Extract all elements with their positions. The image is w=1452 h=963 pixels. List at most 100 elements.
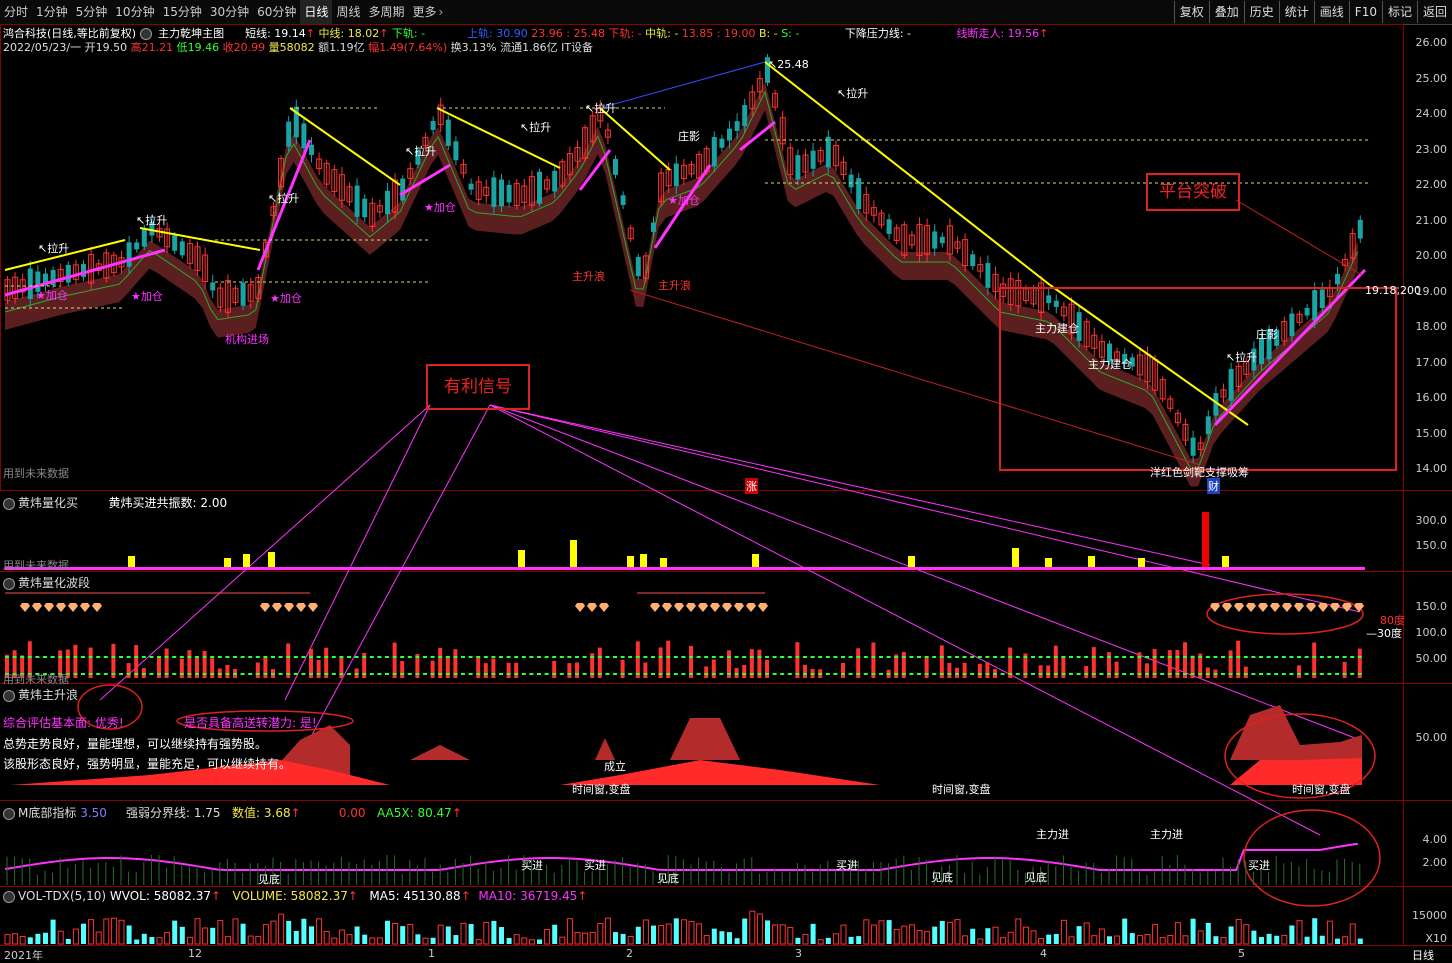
volume-bar [1000,937,1007,945]
price-axis-label: 15.00 [1415,426,1448,440]
wave-dot [1046,656,1051,658]
wave-dot [848,656,853,658]
wave-dot [582,656,587,658]
wave-dot [1213,656,1218,658]
volume-bar [354,926,360,944]
wave-dot [597,656,602,658]
wave-dot [1274,673,1279,675]
wave-dot [575,656,579,658]
wave-bar [620,659,625,678]
wave-dot [673,673,678,675]
volume-bar [1190,918,1196,944]
wave-dot [217,656,222,658]
wave-dot [1274,656,1279,658]
wave-bar [742,664,747,678]
wave-dot [445,656,450,658]
candle-down [430,121,436,130]
candle-down [970,254,976,267]
wave-dot [1137,656,1142,658]
wave-dot [286,656,291,658]
wave-dot [841,656,845,658]
wave-dot [506,673,511,675]
panel-main-rise-gear-icon[interactable] [3,689,15,702]
quant-buy-bar [570,540,577,568]
wave-diamond [710,603,720,612]
price-axis-label: 22.00 [1415,178,1448,191]
volume-bar [1046,934,1052,944]
wave-dot [537,656,541,658]
wave-dot [605,673,610,675]
candle-down [537,171,542,204]
panel2-80deg: 80度 [1380,614,1405,627]
panel5-unit: X10 [1425,932,1447,945]
volume-bar [932,926,938,944]
wave-dot [955,673,959,675]
wave-dot [879,656,883,658]
wave-dot [681,673,686,675]
wave-dot [233,673,237,675]
wave-dot [1228,673,1233,675]
seebottom-label-1: 见底 [258,873,280,886]
panel-wave-gear-icon[interactable] [3,577,15,590]
volume-bar [217,920,224,945]
wave-dot [438,673,443,675]
wave-dot [803,656,807,658]
wave-dot [1084,656,1089,658]
wave-dot [293,673,298,675]
volume-bar [210,927,216,944]
panel-m-bottom-v2: 0.00 [338,806,366,820]
wave-dot [711,656,716,658]
wave-dot [385,673,389,675]
volume-bar [255,935,262,945]
wave-dot [795,656,800,658]
wave-dot [392,656,397,658]
main-rise-area [670,718,740,760]
volume-bar [673,918,679,944]
volume-bar [88,919,95,945]
volume-bar [642,919,649,945]
wave-dot [529,656,534,658]
wave-bar [985,662,990,678]
candle-down [620,195,626,206]
pullup-label-3-text: 拉升 [277,192,300,205]
volume-bar [35,933,41,944]
seebottom-label-3: 见底 [931,871,953,884]
volume-bar [460,922,467,945]
candle-down [1357,219,1363,239]
volume-bar [749,910,756,945]
wave-diamond [1258,603,1268,612]
wave-dot [1084,673,1089,675]
wave-dot [103,673,108,675]
wave-dot [407,673,412,675]
panel-m-bottom-gear-icon[interactable] [3,807,15,820]
candle-down [810,150,816,169]
wave-dot [1076,673,1081,675]
wave-diamond [1210,603,1220,612]
wave-dot [400,656,405,658]
wave-dot [461,673,465,675]
wave-dot [749,673,754,675]
panel-vol-gear-icon[interactable] [3,890,15,903]
wave-dot [453,673,458,675]
wave-dot [1327,673,1332,675]
panel-quant-buy-gear-icon[interactable] [3,497,15,510]
volume-bar [331,937,338,945]
wave-dot [468,656,473,658]
wave-dot [1023,656,1028,658]
seebottom-label-4: 见底 [1025,871,1047,884]
candle-down [1190,437,1196,456]
volume-bar [1068,936,1075,945]
wave-diamond [20,603,30,612]
panel-m-bottom-weak-line: 强弱分界线: 1.75 [125,806,221,820]
wave-diamond [698,603,708,612]
wave-dot [1221,673,1225,675]
wave-dot [681,656,686,658]
volume-bar [878,920,885,945]
volume-bar [126,925,132,944]
wave-dot [1297,656,1301,658]
candle-down [825,136,831,168]
volume-bar [400,926,406,944]
panel-m-bottom-value: 数值: 3.68 [232,806,291,820]
volume-bar [65,938,71,944]
wave-dot [977,673,982,675]
